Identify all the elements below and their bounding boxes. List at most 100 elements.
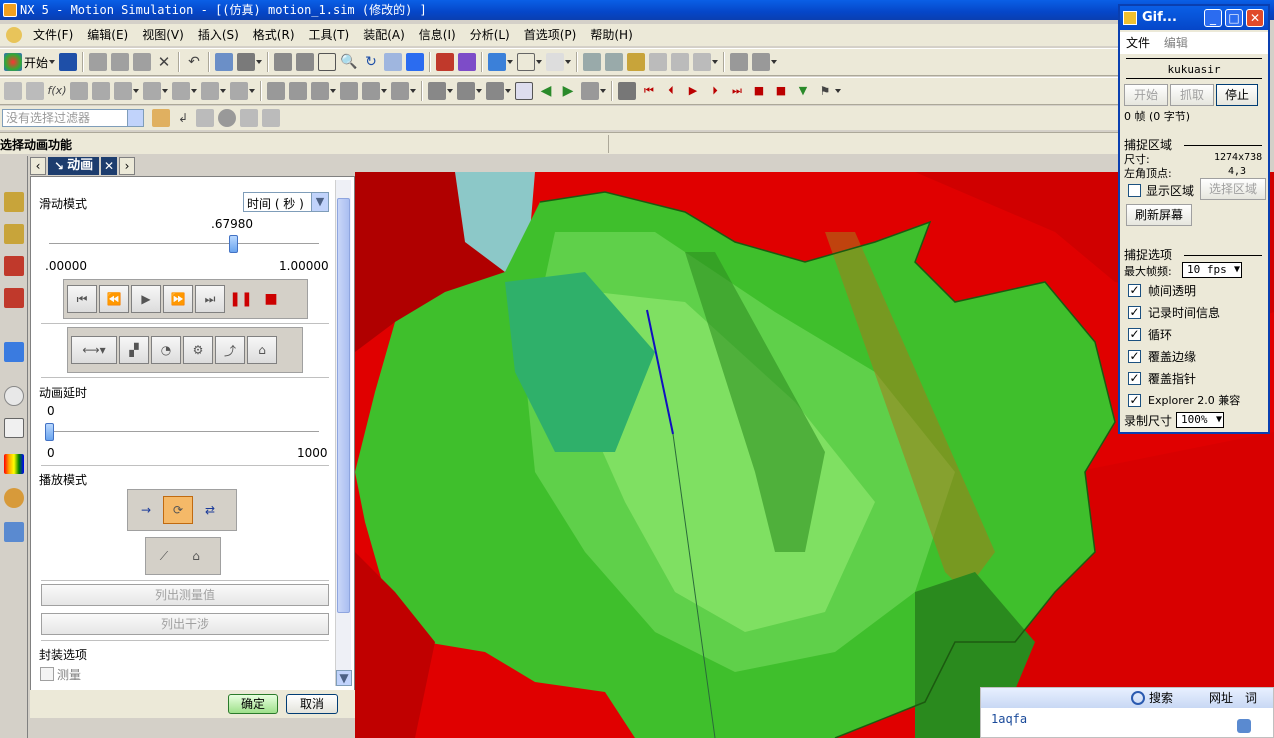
play-loop-button[interactable]: ⟳ xyxy=(163,496,193,524)
chevron-down-icon[interactable] xyxy=(381,89,387,93)
menu-help[interactable]: 帮助(H) xyxy=(583,24,639,46)
link-icon[interactable] xyxy=(583,53,602,71)
system-materials-icon[interactable] xyxy=(4,418,24,438)
chevron-down-icon[interactable] xyxy=(330,89,336,93)
view-frame-icon[interactable] xyxy=(296,53,315,71)
chevron-down-icon[interactable] xyxy=(507,60,514,64)
gif-grab-button[interactable]: 抓取 xyxy=(1170,84,1214,106)
finish-flag-icon[interactable]: ⚑ xyxy=(816,82,834,100)
sequence-button[interactable]: ⟷▾ xyxy=(71,336,117,364)
refresh-screen-button[interactable]: 刷新屏幕 xyxy=(1126,204,1192,226)
step-forward-button[interactable]: ⏩ xyxy=(163,285,193,313)
menu-format[interactable]: 格式(R) xyxy=(246,24,302,46)
menu-insert[interactable]: 插入(S) xyxy=(191,24,246,46)
delay-slider-thumb[interactable] xyxy=(45,423,54,441)
curve-icon[interactable] xyxy=(114,82,132,100)
path-mode-b-button[interactable]: ⌂ xyxy=(181,542,211,570)
pause-icon[interactable]: ■ xyxy=(750,82,768,100)
history-icon[interactable] xyxy=(4,386,24,406)
menu-view[interactable]: 视图(V) xyxy=(135,24,191,46)
shell-icon[interactable] xyxy=(391,82,409,100)
arrow-right-icon[interactable]: ▶ xyxy=(559,82,577,100)
body-select-icon[interactable] xyxy=(218,109,236,127)
ime-settings-icon[interactable] xyxy=(1237,719,1251,733)
sketch-icon[interactable] xyxy=(4,82,22,100)
undo-icon[interactable]: ↶ xyxy=(185,53,203,71)
home-button[interactable]: ⌂ xyxy=(247,336,277,364)
ime-word-label[interactable]: 词 xyxy=(1245,688,1257,708)
feature-select-icon[interactable] xyxy=(240,109,258,127)
snap-icon[interactable] xyxy=(237,53,256,71)
chevron-down-icon[interactable] xyxy=(410,89,416,93)
chevron-left-icon[interactable]: ‹ xyxy=(30,157,46,175)
delete-icon[interactable]: ✕ xyxy=(155,53,173,71)
component-select-icon[interactable] xyxy=(196,109,214,127)
time-slider-thumb[interactable] xyxy=(228,235,238,253)
assembly-navigator-icon[interactable] xyxy=(4,192,24,212)
chevron-down-icon[interactable] xyxy=(505,89,511,93)
ime-address-label[interactable]: 网址 xyxy=(1209,688,1233,708)
play-button[interactable]: ▶ xyxy=(131,285,161,313)
hole-icon[interactable] xyxy=(267,82,285,100)
show-area-checkbox[interactable] xyxy=(1128,184,1141,197)
motion-icon[interactable] xyxy=(436,53,455,71)
chevron-down-icon[interactable] xyxy=(835,89,841,93)
snap-point-icon[interactable]: ↲ xyxy=(174,109,192,127)
menu-info[interactable]: 信息(I) xyxy=(412,24,463,46)
chevron-down-icon[interactable] xyxy=(536,60,543,64)
part-navigator-icon[interactable] xyxy=(4,256,24,276)
select-area-button[interactable]: 选择区域 xyxy=(1200,178,1266,200)
chevron-right-icon[interactable]: › xyxy=(119,157,136,175)
play-once-button[interactable]: → xyxy=(131,496,161,524)
boss-icon[interactable] xyxy=(289,82,307,100)
chevron-down-icon[interactable]: ▼ xyxy=(336,670,352,686)
web-browser-icon[interactable] xyxy=(4,522,24,542)
close-icon[interactable]: ✕ xyxy=(101,157,118,175)
ok-button[interactable]: 确定 xyxy=(228,694,278,714)
close-icon[interactable]: ✕ xyxy=(1246,9,1264,27)
unite-icon[interactable] xyxy=(428,82,446,100)
option-checkbox[interactable]: ✓ xyxy=(1128,284,1141,297)
point-icon[interactable] xyxy=(230,82,248,100)
gif-stop-button[interactable]: 停止 xyxy=(1216,84,1258,106)
gif-menu-edit[interactable]: 编辑 xyxy=(1164,36,1188,50)
paste-icon[interactable] xyxy=(133,53,152,71)
rotate-icon[interactable]: ↻ xyxy=(362,53,380,71)
menu-assembly[interactable]: 装配(A) xyxy=(356,24,412,46)
edge-select-icon[interactable] xyxy=(262,109,280,127)
function-icon[interactable]: f(x) xyxy=(48,82,67,100)
trace-icon[interactable] xyxy=(752,53,771,71)
save-icon[interactable] xyxy=(59,53,78,71)
cancel-button[interactable]: 取消 xyxy=(286,694,338,714)
joint-icon[interactable] xyxy=(458,53,477,71)
minimize-icon[interactable]: _ xyxy=(1204,9,1222,27)
offset-icon[interactable] xyxy=(143,82,161,100)
start-button[interactable]: 开始 xyxy=(24,54,48,71)
layer-icon[interactable] xyxy=(517,53,536,71)
copy-icon[interactable] xyxy=(111,53,130,71)
render-icon[interactable] xyxy=(406,53,425,71)
chevron-down-icon[interactable] xyxy=(127,110,143,126)
block-icon[interactable] xyxy=(311,82,329,100)
constraint-navigator-icon[interactable] xyxy=(4,224,24,244)
extrude-icon[interactable] xyxy=(172,82,190,100)
refresh-icon[interactable] xyxy=(581,82,599,100)
time-mode-select[interactable]: 时间 ( 秒 ) ▼ xyxy=(243,192,329,212)
constraint-icon[interactable] xyxy=(26,82,44,100)
menu-file[interactable]: 文件(F) xyxy=(26,24,80,46)
view-fit-icon[interactable] xyxy=(274,53,293,71)
line-icon[interactable] xyxy=(70,82,88,100)
play-icon[interactable]: ▶ xyxy=(684,82,702,100)
stop-icon[interactable]: ■ xyxy=(772,82,790,100)
damper-icon[interactable] xyxy=(649,53,668,71)
chevron-down-icon[interactable] xyxy=(712,60,719,64)
tab-animation[interactable]: ↘ 动画 xyxy=(48,157,100,175)
list-measure-button[interactable]: 列出测量值 xyxy=(41,584,329,606)
max-fps-select[interactable]: 10 fps ▼ xyxy=(1182,262,1242,278)
explode-button[interactable]: ⚙ xyxy=(183,336,213,364)
option-checkbox[interactable]: ✓ xyxy=(1128,372,1141,385)
arrow-left-icon[interactable]: ◀ xyxy=(537,82,555,100)
step-forward-icon[interactable]: ⏵ xyxy=(706,82,724,100)
chevron-down-icon[interactable] xyxy=(447,89,453,93)
chevron-down-icon[interactable] xyxy=(133,89,139,93)
